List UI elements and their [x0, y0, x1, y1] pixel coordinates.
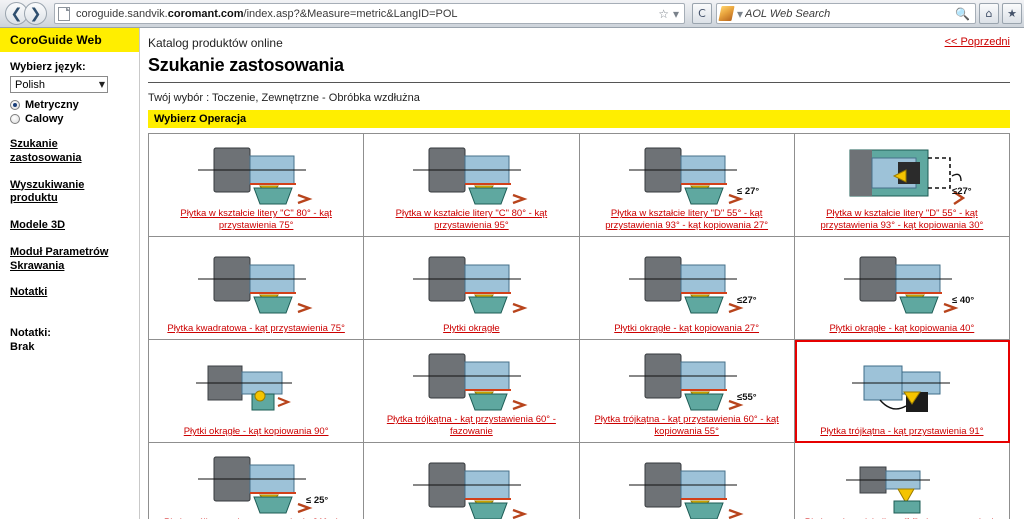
operation-link[interactable]: Płytka w kształcie litery "D" 55° - kąt …	[795, 208, 1009, 236]
unit-label-metric: Metryczny	[25, 99, 79, 111]
turning-tool-triangle-60-chamfer-icon	[364, 340, 578, 414]
svg-text:≤55°: ≤55°	[737, 392, 757, 403]
turning-tool-triangle-91-25-icon: ≤ 25°	[149, 443, 363, 517]
turning-tool-trigon-95-icon	[580, 443, 794, 519]
page-title: Szukanie zastosowania	[148, 55, 344, 75]
operation-link[interactable]: Płytka w kształcie litery "C" 80° - kąt …	[149, 208, 363, 236]
sidebar: CoroGuide Web Wybierz język: Polish ▼ Me…	[0, 28, 140, 519]
operation-cell[interactable]: Płytka kwadratowa - kąt przystawienia 75…	[149, 237, 365, 340]
turning-tool-round-27-icon: ≤27°	[580, 237, 794, 323]
operation-cell[interactable]: Płytki okrągłe	[364, 237, 580, 340]
sidebar-item-cutting-parameters[interactable]: Moduł Parametrów Skrawania	[10, 246, 131, 274]
favorites-icon[interactable]: ★	[1002, 3, 1022, 24]
operation-link[interactable]: Płytka kwadratowa - kąt przystawienia 75…	[149, 323, 363, 339]
url-suffix: /index.asp?&Measure=metric&LangID=POL	[243, 7, 458, 20]
operation-cell[interactable]: Płytka trójkątna - kąt przystawienia 60°…	[364, 340, 580, 443]
turning-tool-triangle-91-icon	[795, 340, 1009, 426]
operation-link[interactable]: Płytki okrągłe - kąt kopiowania 40°	[795, 323, 1009, 339]
home-icon[interactable]: ⌂	[979, 3, 999, 24]
previous-link[interactable]: << Poprzedni	[945, 36, 1010, 48]
operation-cell[interactable]: ≤ 25°Płytka trójkątna - kąt przystawieni…	[149, 443, 365, 519]
notes-value: Brak	[10, 341, 35, 354]
language-label: Wybierz język:	[10, 61, 86, 73]
star-icon[interactable]: ☆	[658, 7, 669, 21]
turning-tool-c-insert-75-icon	[149, 134, 363, 208]
sidebar-item-notes[interactable]: Notatki	[10, 286, 131, 300]
operation-cell[interactable]: ≤27° Płytki okrągłe - kąt kopiowania 27°	[579, 237, 795, 340]
page-header: Katalog produktów online << Poprzedni Sz…	[148, 28, 1010, 128]
operation-link[interactable]: Płytka trójkątna - kąt przystawienia 91°	[795, 426, 1009, 442]
operation-cell[interactable]: ≤ 40° Płytki okrągłe - kąt kopiowania 40°	[794, 237, 1010, 340]
operation-cell-selected[interactable]: Płytka trójkątna - kąt przystawienia 91°	[794, 340, 1010, 443]
operation-cell[interactable]: Płytka w kształcie litery "C" 80° - kąt …	[364, 134, 580, 237]
turning-tool-round-90-icon	[149, 340, 363, 426]
operation-cell[interactable]: Płytka w kształcie litery "C" 80° - kąt …	[149, 134, 365, 237]
turning-tool-c-insert-95-icon	[364, 134, 578, 208]
unit-option-metric[interactable]: Metryczny	[10, 99, 131, 111]
turning-tool-triangle-60-55-icon: ≤55°	[580, 340, 794, 414]
chevron-down-icon[interactable]: ▾	[673, 7, 679, 21]
turning-tool-round-40-icon: ≤ 40°	[795, 237, 1009, 323]
operation-cell[interactable]: Płytka trójkątna - kąt przystawienia 93°	[364, 443, 580, 519]
url-prefix: coroguide.sandvik.	[76, 7, 168, 20]
main-content: Katalog produktów online << Poprzedni Sz…	[140, 28, 1024, 519]
catalog-subtitle: Katalog produktów online	[148, 36, 283, 50]
browser-toolbar: ❮ ❯ coroguide.sandvik.coromant.com/index…	[0, 0, 1024, 28]
magnifier-icon[interactable]: 🔍	[955, 7, 970, 21]
operation-link[interactable]: Płytka trójkątna - kąt przystawienia 60°…	[580, 414, 794, 442]
svg-text:≤27°: ≤27°	[952, 186, 972, 197]
search-input[interactable]: AOL Web Search	[745, 8, 953, 20]
unit-option-imperial[interactable]: Calowy	[10, 113, 131, 125]
operation-link[interactable]: Płytka trójkątna - kąt przystawienia 60°…	[364, 414, 578, 442]
operation-link[interactable]: Płytki okrągłe - kąt kopiowania 27°	[580, 323, 794, 339]
search-box[interactable]: ▾ AOL Web Search 🔍	[716, 3, 976, 24]
chevron-down-icon: ▼	[98, 80, 105, 89]
svg-text:≤ 25°: ≤ 25°	[306, 495, 328, 506]
operation-grid: Płytka w kształcie litery "C" 80° - kąt …	[148, 133, 1010, 519]
operation-cell[interactable]: ≤ 27° Płytka w kształcie litery "D" 55° -…	[579, 134, 795, 237]
operation-cell[interactable]: Płytka w kształcie litery "V" - kąt przy…	[794, 443, 1010, 519]
language-value: Polish	[15, 78, 45, 91]
forward-arrow-icon[interactable]: ❯	[24, 2, 47, 25]
turning-tool-square-75-icon	[149, 237, 363, 323]
operation-cell[interactable]: Płytka trygonalna - kąt przystawienia 95…	[579, 443, 795, 519]
notes-heading: Notatki:	[10, 327, 51, 339]
turning-tool-triangle-93-icon	[364, 443, 578, 519]
sidebar-item-3d-models[interactable]: Modele 3D	[10, 219, 131, 233]
radio-icon	[10, 114, 20, 124]
operation-link[interactable]: Płytki okrągłe	[364, 323, 578, 339]
turning-tool-round-icon	[364, 237, 578, 323]
url-text: coroguide.sandvik.coromant.com/index.asp…	[76, 8, 656, 20]
svg-text:≤27°: ≤27°	[737, 295, 757, 306]
turning-tool-d-insert-internal-icon: ≤27°	[795, 134, 1009, 208]
operation-link[interactable]: Płytka w kształcie litery "C" 80° - kąt …	[364, 208, 578, 236]
unit-label-imperial: Calowy	[25, 113, 64, 125]
turning-tool-v-insert-72-icon	[795, 443, 1009, 517]
operation-cell[interactable]: ≤27° Płytka w kształcie litery "D" 55° - …	[794, 134, 1010, 237]
sidebar-item-product-search[interactable]: Wyszukiwanie produktu	[10, 179, 131, 207]
address-bar[interactable]: coroguide.sandvik.coromant.com/index.asp…	[54, 3, 685, 24]
breadcrumb: Twój wybór : Toczenie, Zewnętrzne - Obró…	[148, 92, 420, 104]
search-engine-chevron-icon[interactable]: ▾	[737, 7, 743, 21]
svg-text:≤ 27°: ≤ 27°	[737, 186, 759, 197]
sidebar-item-application-search[interactable]: Szukanie zastosowania	[10, 138, 131, 166]
operation-link[interactable]: Płytki okrągłe - kąt kopiowania 90°	[149, 426, 363, 442]
operation-cell[interactable]: ≤55° Płytka trójkątna - kąt przystawienia…	[579, 340, 795, 443]
section-header-operation: Wybierz Operacja	[148, 110, 1010, 128]
navigation-buttons: ❮ ❯	[2, 2, 47, 25]
sidebar-title: CoroGuide Web	[0, 28, 139, 52]
svg-text:≤ 40°: ≤ 40°	[952, 295, 974, 306]
turning-tool-d-insert-93-icon: ≤ 27°	[580, 134, 794, 208]
title-divider	[148, 82, 1010, 83]
language-select[interactable]: Polish ▼	[10, 76, 108, 93]
url-domain: coromant.com	[167, 7, 244, 20]
operation-cell[interactable]: Płytki okrągłe - kąt kopiowania 90°	[149, 340, 365, 443]
reload-button[interactable]: C	[692, 3, 712, 24]
notes-block: Notatki: Brak	[10, 326, 131, 355]
page-body: CoroGuide Web Wybierz język: Polish ▼ Me…	[0, 28, 1024, 519]
radio-icon	[10, 100, 20, 110]
aol-logo-icon	[718, 6, 735, 21]
operation-link[interactable]: Płytka w kształcie litery "D" 55° - kąt …	[580, 208, 794, 236]
page-icon	[58, 6, 70, 21]
